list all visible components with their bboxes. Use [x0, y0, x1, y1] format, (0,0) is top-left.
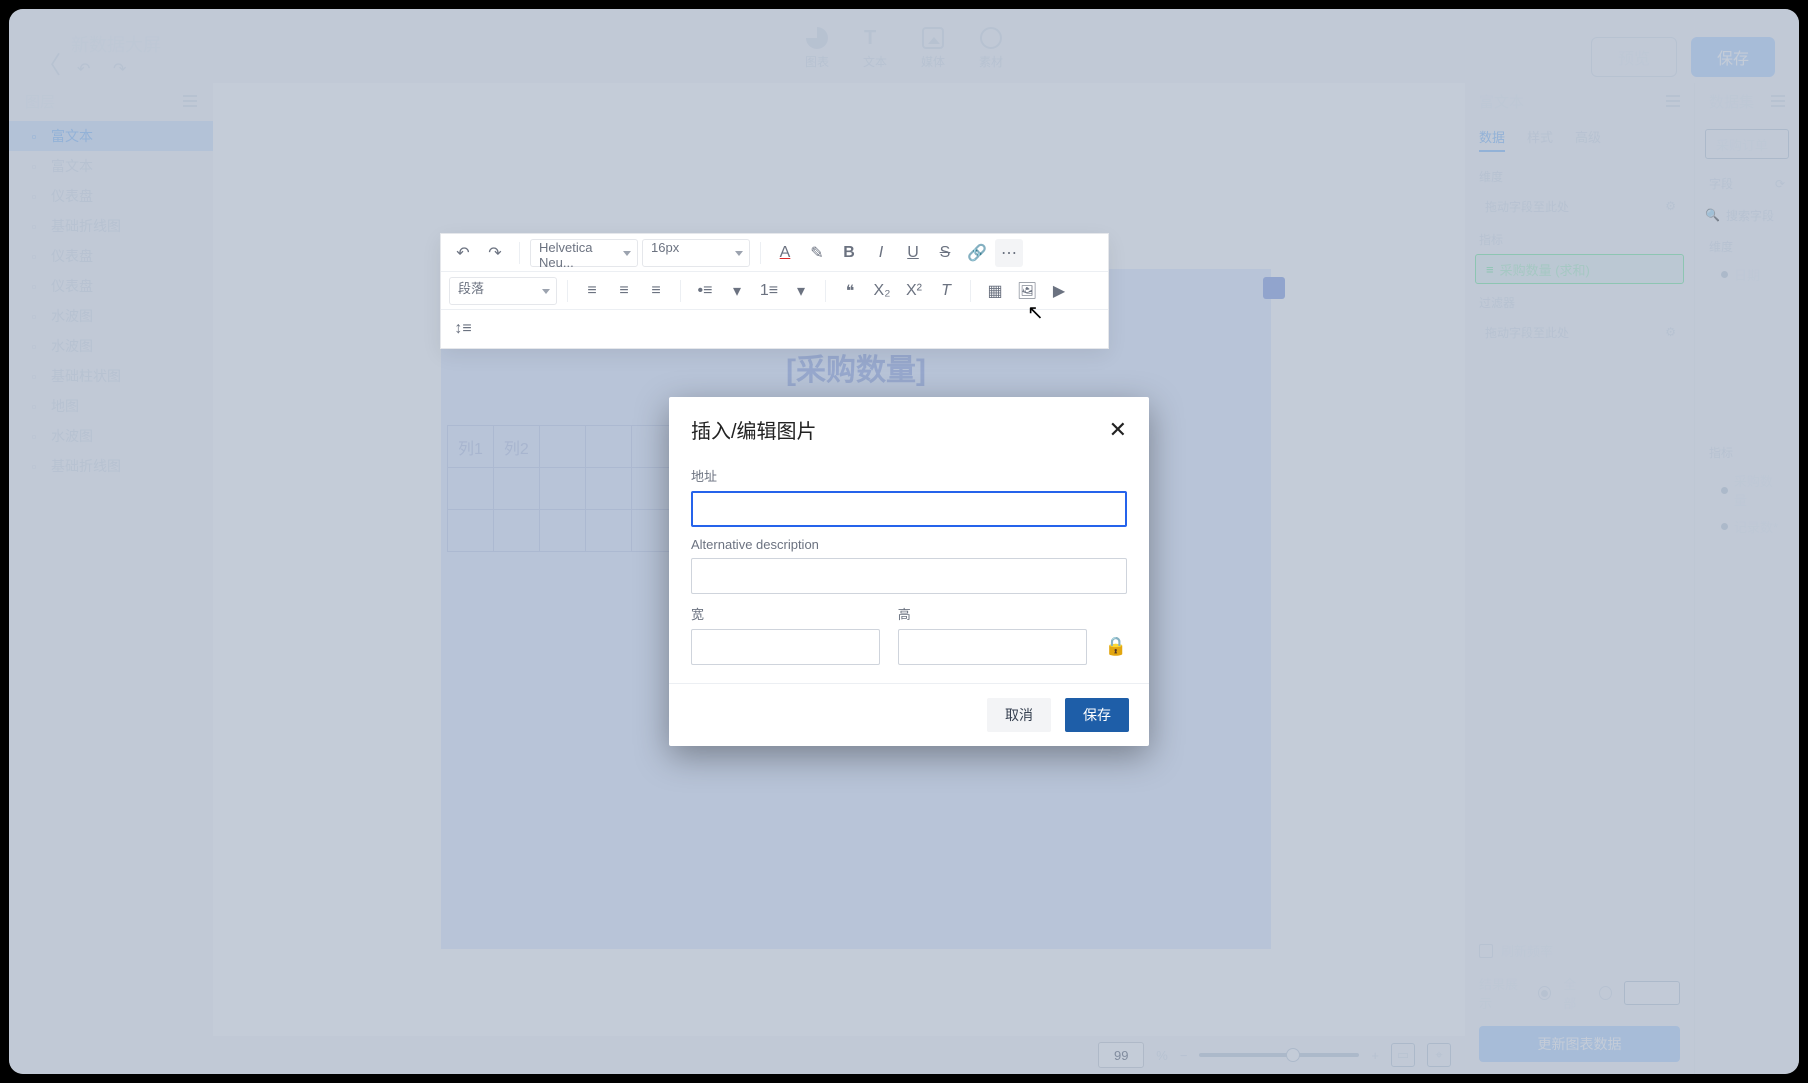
- text-color-icon[interactable]: A: [771, 239, 799, 267]
- alt-text-input[interactable]: [691, 558, 1127, 594]
- rte-undo-icon[interactable]: ↶: [449, 239, 477, 267]
- chevron-down-icon[interactable]: ▾: [787, 277, 815, 305]
- bullet-list-icon[interactable]: •≡: [691, 277, 719, 305]
- subscript-icon[interactable]: X₂: [868, 277, 896, 305]
- superscript-icon[interactable]: X²: [900, 277, 928, 305]
- image-url-input[interactable]: [691, 491, 1127, 527]
- width-label: 宽: [691, 604, 880, 623]
- link-icon[interactable]: 🔗: [963, 239, 991, 267]
- dialog-save-button[interactable]: 保存: [1065, 698, 1129, 732]
- close-icon[interactable]: ✕: [1109, 417, 1127, 443]
- paragraph-label: 段落: [458, 281, 484, 296]
- dialog-title: 插入/编辑图片: [691, 415, 817, 444]
- italic-icon[interactable]: I: [867, 239, 895, 267]
- line-height-icon[interactable]: ↕≡: [449, 315, 477, 343]
- paragraph-select[interactable]: 段落: [449, 277, 557, 305]
- height-input[interactable]: [898, 629, 1087, 665]
- alt-label: Alternative description: [691, 537, 1127, 552]
- strikethrough-icon[interactable]: S: [931, 239, 959, 267]
- cursor-icon: ↖: [1027, 300, 1044, 325]
- table-icon[interactable]: ▦: [981, 277, 1009, 305]
- rich-text-toolbar: ↶ ↷ Helvetica Neu... 16px A ✎ B I U S 🔗 …: [441, 234, 1108, 348]
- bold-icon[interactable]: B: [835, 239, 863, 267]
- font-family-select[interactable]: Helvetica Neu...: [530, 239, 638, 267]
- quote-icon[interactable]: ❝: [836, 277, 864, 305]
- align-right-icon[interactable]: ≡: [642, 277, 670, 305]
- chevron-down-icon[interactable]: ▾: [723, 277, 751, 305]
- font-family-label: Helvetica Neu...: [539, 240, 592, 270]
- height-label: 高: [898, 604, 1087, 623]
- url-label: 地址: [691, 466, 1127, 485]
- font-size-select[interactable]: 16px: [642, 239, 750, 267]
- width-input[interactable]: [691, 629, 880, 665]
- align-left-icon[interactable]: ≡: [578, 277, 606, 305]
- insert-image-dialog: 插入/编辑图片 ✕ 地址 Alternative description 宽 高…: [669, 397, 1149, 746]
- clear-format-icon[interactable]: T: [932, 277, 960, 305]
- font-size-label: 16px: [651, 240, 679, 255]
- number-list-icon[interactable]: 1≡: [755, 277, 783, 305]
- more-icon[interactable]: ⋯: [995, 239, 1023, 267]
- rte-redo-icon[interactable]: ↷: [481, 239, 509, 267]
- underline-icon[interactable]: U: [899, 239, 927, 267]
- highlight-icon[interactable]: ✎: [803, 239, 831, 267]
- align-center-icon[interactable]: ≡: [610, 277, 638, 305]
- insert-video-icon[interactable]: ▶: [1045, 277, 1073, 305]
- cancel-button[interactable]: 取消: [987, 698, 1051, 732]
- lock-aspect-icon[interactable]: 🔒: [1105, 636, 1127, 657]
